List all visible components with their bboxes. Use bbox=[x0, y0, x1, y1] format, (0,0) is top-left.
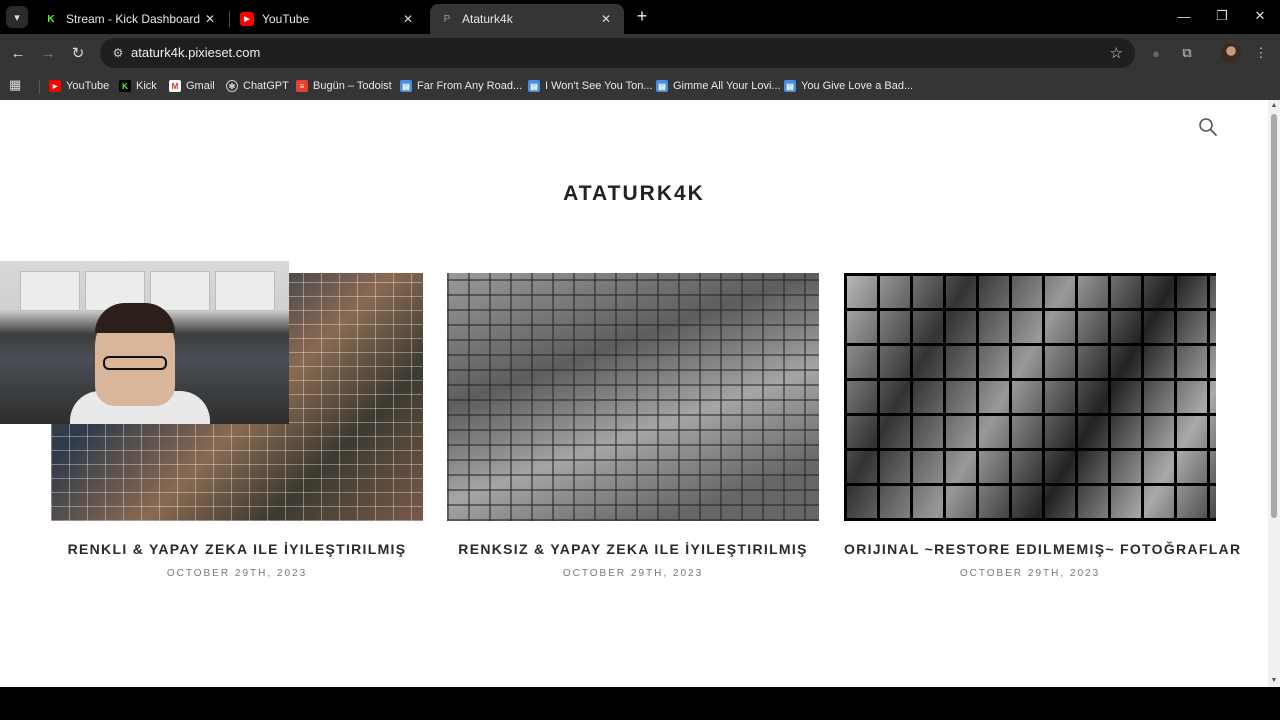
kick-icon: K bbox=[44, 12, 58, 26]
back-icon[interactable]: ← bbox=[8, 43, 28, 63]
gallery-card-grayscale[interactable]: RENKSIZ & YAPAY ZEKA ILE İYILEŞTIRILMIŞ … bbox=[447, 273, 819, 579]
close-icon[interactable]: ✕ bbox=[400, 12, 416, 26]
bookmark-youtube[interactable]: ▶ YouTube bbox=[49, 76, 109, 96]
minimize-icon[interactable]: — bbox=[1174, 6, 1194, 26]
doc-icon: ▤ bbox=[528, 80, 540, 92]
kick-icon: K bbox=[119, 80, 131, 92]
menu-kebab-icon[interactable]: ⋮ bbox=[1251, 43, 1271, 63]
gallery-date: OCTOBER 29TH, 2023 bbox=[959, 568, 1101, 579]
webcam-overlay bbox=[0, 261, 289, 424]
tab-search-menu-button[interactable]: ▾ bbox=[6, 6, 28, 28]
new-tab-button[interactable]: + bbox=[632, 6, 652, 26]
apps-grid-icon[interactable]: ▦ bbox=[9, 77, 23, 92]
forward-icon[interactable]: → bbox=[38, 43, 58, 63]
browser-toolbar: ← → ↻ ⚙ ataturk4k.pixieset.com ☆ ● ⧉ ⋮ bbox=[0, 34, 1280, 72]
webcam-person-glasses bbox=[103, 356, 167, 370]
bookmark-you-give-love[interactable]: ▤ You Give Love a Bad... bbox=[784, 76, 913, 96]
tab-youtube[interactable]: ▶ YouTube ✕ bbox=[230, 4, 426, 34]
close-icon[interactable]: ✕ bbox=[598, 12, 614, 26]
bookmark-label: Kick bbox=[136, 80, 157, 92]
bookmark-star-icon[interactable]: ☆ bbox=[1110, 44, 1123, 62]
scroll-up-icon[interactable]: ▲ bbox=[1270, 102, 1278, 110]
bookmark-gimme-all-your-lovin[interactable]: ▤ Gimme All Your Lovi... bbox=[656, 76, 781, 96]
pixieset-icon: P bbox=[443, 13, 451, 25]
gallery-cover-image[interactable] bbox=[844, 273, 1216, 521]
tab-ataturk4k[interactable]: P Ataturk4k ✕ bbox=[430, 4, 624, 34]
bookmark-far-from-any-road[interactable]: ▤ Far From Any Road... bbox=[400, 76, 522, 96]
gmail-icon: M bbox=[169, 80, 181, 92]
bookmark-label: Bugün – Todoist bbox=[313, 80, 392, 92]
webcam-cabinet bbox=[150, 271, 210, 311]
tab-strip: ▾ K Stream - Kick Dashboard ✕ ▶ YouTube … bbox=[0, 0, 1280, 34]
bookmark-label: Far From Any Road... bbox=[417, 80, 523, 92]
bookmark-todoist[interactable]: ≡ Bugün – Todoist bbox=[296, 76, 392, 96]
profile-avatar[interactable] bbox=[1221, 43, 1241, 63]
search-icon[interactable] bbox=[1198, 117, 1218, 137]
bookmark-label: YouTube bbox=[66, 80, 110, 92]
bookmark-label: Gmail bbox=[186, 80, 215, 92]
reload-icon[interactable]: ↻ bbox=[68, 43, 88, 63]
doc-icon: ▤ bbox=[784, 80, 796, 92]
bookmarks-bar: ▦ ▶ YouTube K Kick M Gmail ✻ ChatGPT ≡ B… bbox=[0, 72, 1280, 100]
extension-icon[interactable]: ● bbox=[1146, 43, 1166, 63]
todoist-icon: ≡ bbox=[296, 80, 308, 92]
scroll-thumb[interactable] bbox=[1271, 114, 1277, 518]
bookmark-chatgpt[interactable]: ✻ ChatGPT bbox=[226, 76, 289, 96]
bookmarks-divider bbox=[39, 80, 40, 94]
doc-icon: ▤ bbox=[400, 80, 412, 92]
gallery-title[interactable]: ORIJINAL ~RESTORE EDILMEMIŞ~ FOTOĞRAFLAR bbox=[844, 541, 1240, 557]
tab-title: Stream - Kick Dashboard bbox=[66, 12, 201, 26]
restore-icon[interactable]: ❐ bbox=[1212, 6, 1232, 26]
bookmark-label: You Give Love a Bad... bbox=[801, 80, 914, 92]
url-text[interactable]: ataturk4k.pixieset.com bbox=[131, 45, 260, 60]
close-icon[interactable]: ✕ bbox=[202, 12, 218, 26]
site-title[interactable]: ATATURK4K bbox=[0, 182, 1268, 206]
bookmark-i-wont-see-you[interactable]: ▤ I Won't See You Ton... bbox=[528, 76, 653, 96]
close-window-icon[interactable]: ✕ bbox=[1250, 6, 1270, 26]
tab-title: Ataturk4k bbox=[462, 12, 513, 26]
bookmark-label: Gimme All Your Lovi... bbox=[673, 80, 781, 92]
bookmark-gmail[interactable]: M Gmail bbox=[169, 76, 215, 96]
gallery-card-original[interactable]: ORIJINAL ~RESTORE EDILMEMIŞ~ FOTOĞRAFLAR… bbox=[844, 273, 1240, 579]
chatgpt-icon: ✻ bbox=[226, 80, 238, 92]
scroll-down-icon[interactable]: ▼ bbox=[1270, 677, 1278, 685]
bookmark-label: ChatGPT bbox=[243, 80, 289, 92]
tab-kick-dashboard[interactable]: K Stream - Kick Dashboard ✕ bbox=[34, 4, 228, 34]
youtube-icon: ▶ bbox=[49, 80, 61, 92]
page-scrollbar[interactable]: ▲ ▼ bbox=[1268, 100, 1280, 687]
youtube-icon: ▶ bbox=[240, 12, 254, 26]
page-content: ATATURK4K RENKLI & YAPAY ZEKA ILE İYILEŞ… bbox=[0, 100, 1268, 687]
gallery-date: OCTOBER 29TH, 2023 bbox=[562, 568, 704, 579]
site-info-icon[interactable]: ⚙ bbox=[110, 45, 126, 61]
extensions-puzzle-icon[interactable]: ⧉ bbox=[1177, 43, 1197, 63]
gallery-title[interactable]: RENKLI & YAPAY ZEKA ILE İYILEŞTIRILMIŞ bbox=[51, 541, 423, 557]
doc-icon: ▤ bbox=[656, 80, 668, 92]
address-bar[interactable]: ⚙ ataturk4k.pixieset.com ☆ bbox=[100, 38, 1135, 68]
gallery-date: OCTOBER 29TH, 2023 bbox=[166, 568, 308, 579]
gallery-title[interactable]: RENKSIZ & YAPAY ZEKA ILE İYILEŞTIRILMIŞ bbox=[447, 541, 819, 557]
bookmark-kick[interactable]: K Kick bbox=[119, 76, 157, 96]
bottom-bar bbox=[0, 687, 1280, 720]
webcam-cabinet bbox=[215, 271, 275, 311]
webcam-cabinet bbox=[20, 271, 80, 311]
bookmark-label: I Won't See You Ton... bbox=[545, 80, 653, 92]
gallery-cover-image[interactable] bbox=[447, 273, 819, 521]
tab-title: YouTube bbox=[262, 12, 310, 26]
